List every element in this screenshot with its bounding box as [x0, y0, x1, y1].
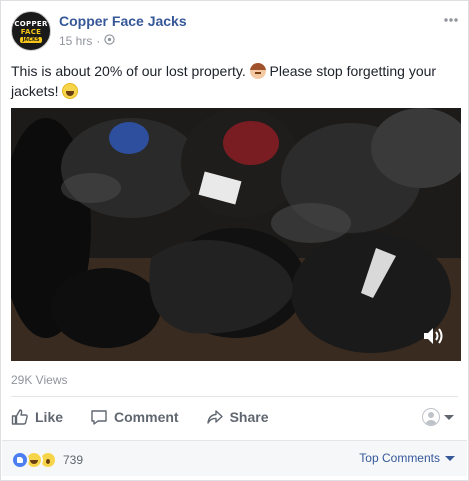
person-emoji-icon: [249, 63, 266, 79]
share-icon: [206, 410, 223, 424]
comment-icon: [91, 410, 107, 425]
more-options-icon[interactable]: [444, 11, 458, 25]
chevron-down-icon: [445, 455, 455, 461]
post-header: COPPER FACE JACKS Copper Face Jacks 15 h…: [11, 11, 458, 53]
post-text-part1: This is about 20% of our lost property.: [11, 63, 250, 79]
chevron-down-icon: [444, 414, 454, 420]
divider: [11, 396, 458, 397]
comment-label: Comment: [114, 409, 179, 425]
post-timestamp[interactable]: 15 hrs: [59, 34, 92, 48]
like-reaction-icon: [11, 451, 29, 469]
share-label: Share: [229, 409, 269, 425]
viewer-avatar-icon: [422, 408, 440, 426]
post-as-selector[interactable]: [422, 408, 454, 426]
avatar-text-line2: FACE: [20, 27, 42, 36]
view-count: 29K Views: [11, 373, 68, 387]
reaction-count[interactable]: 739: [63, 453, 83, 467]
avatar-text-line1: COPPER: [14, 19, 48, 28]
meta-separator: ·: [96, 34, 101, 48]
comment-sort-dropdown[interactable]: Top Comments: [359, 451, 455, 465]
page-avatar[interactable]: COPPER FACE JACKS: [11, 11, 51, 51]
action-bar: Like Comment Share: [11, 402, 458, 432]
comment-button[interactable]: Comment: [90, 408, 179, 426]
public-globe-icon[interactable]: [104, 34, 116, 48]
volume-icon[interactable]: [421, 325, 445, 347]
share-button[interactable]: Share: [206, 408, 269, 426]
thumbs-up-icon: [11, 409, 28, 425]
laughing-emoji-icon: [62, 83, 79, 99]
avatar-text-line3: JACKS: [19, 36, 43, 43]
video-frame: [11, 108, 461, 361]
reactions-footer: 739 Top Comments: [2, 440, 467, 476]
post-message: This is about 20% of our lost property. …: [11, 61, 460, 101]
post-meta: 15 hrs ·: [59, 34, 116, 48]
video-player[interactable]: [11, 108, 461, 361]
reaction-summary[interactable]: 739: [11, 451, 83, 469]
post-card: COPPER FACE JACKS Copper Face Jacks 15 h…: [0, 0, 469, 481]
comment-sort-label: Top Comments: [359, 451, 440, 465]
page-name-link[interactable]: Copper Face Jacks: [59, 13, 187, 29]
like-button[interactable]: Like: [11, 408, 63, 426]
like-label: Like: [35, 409, 64, 425]
